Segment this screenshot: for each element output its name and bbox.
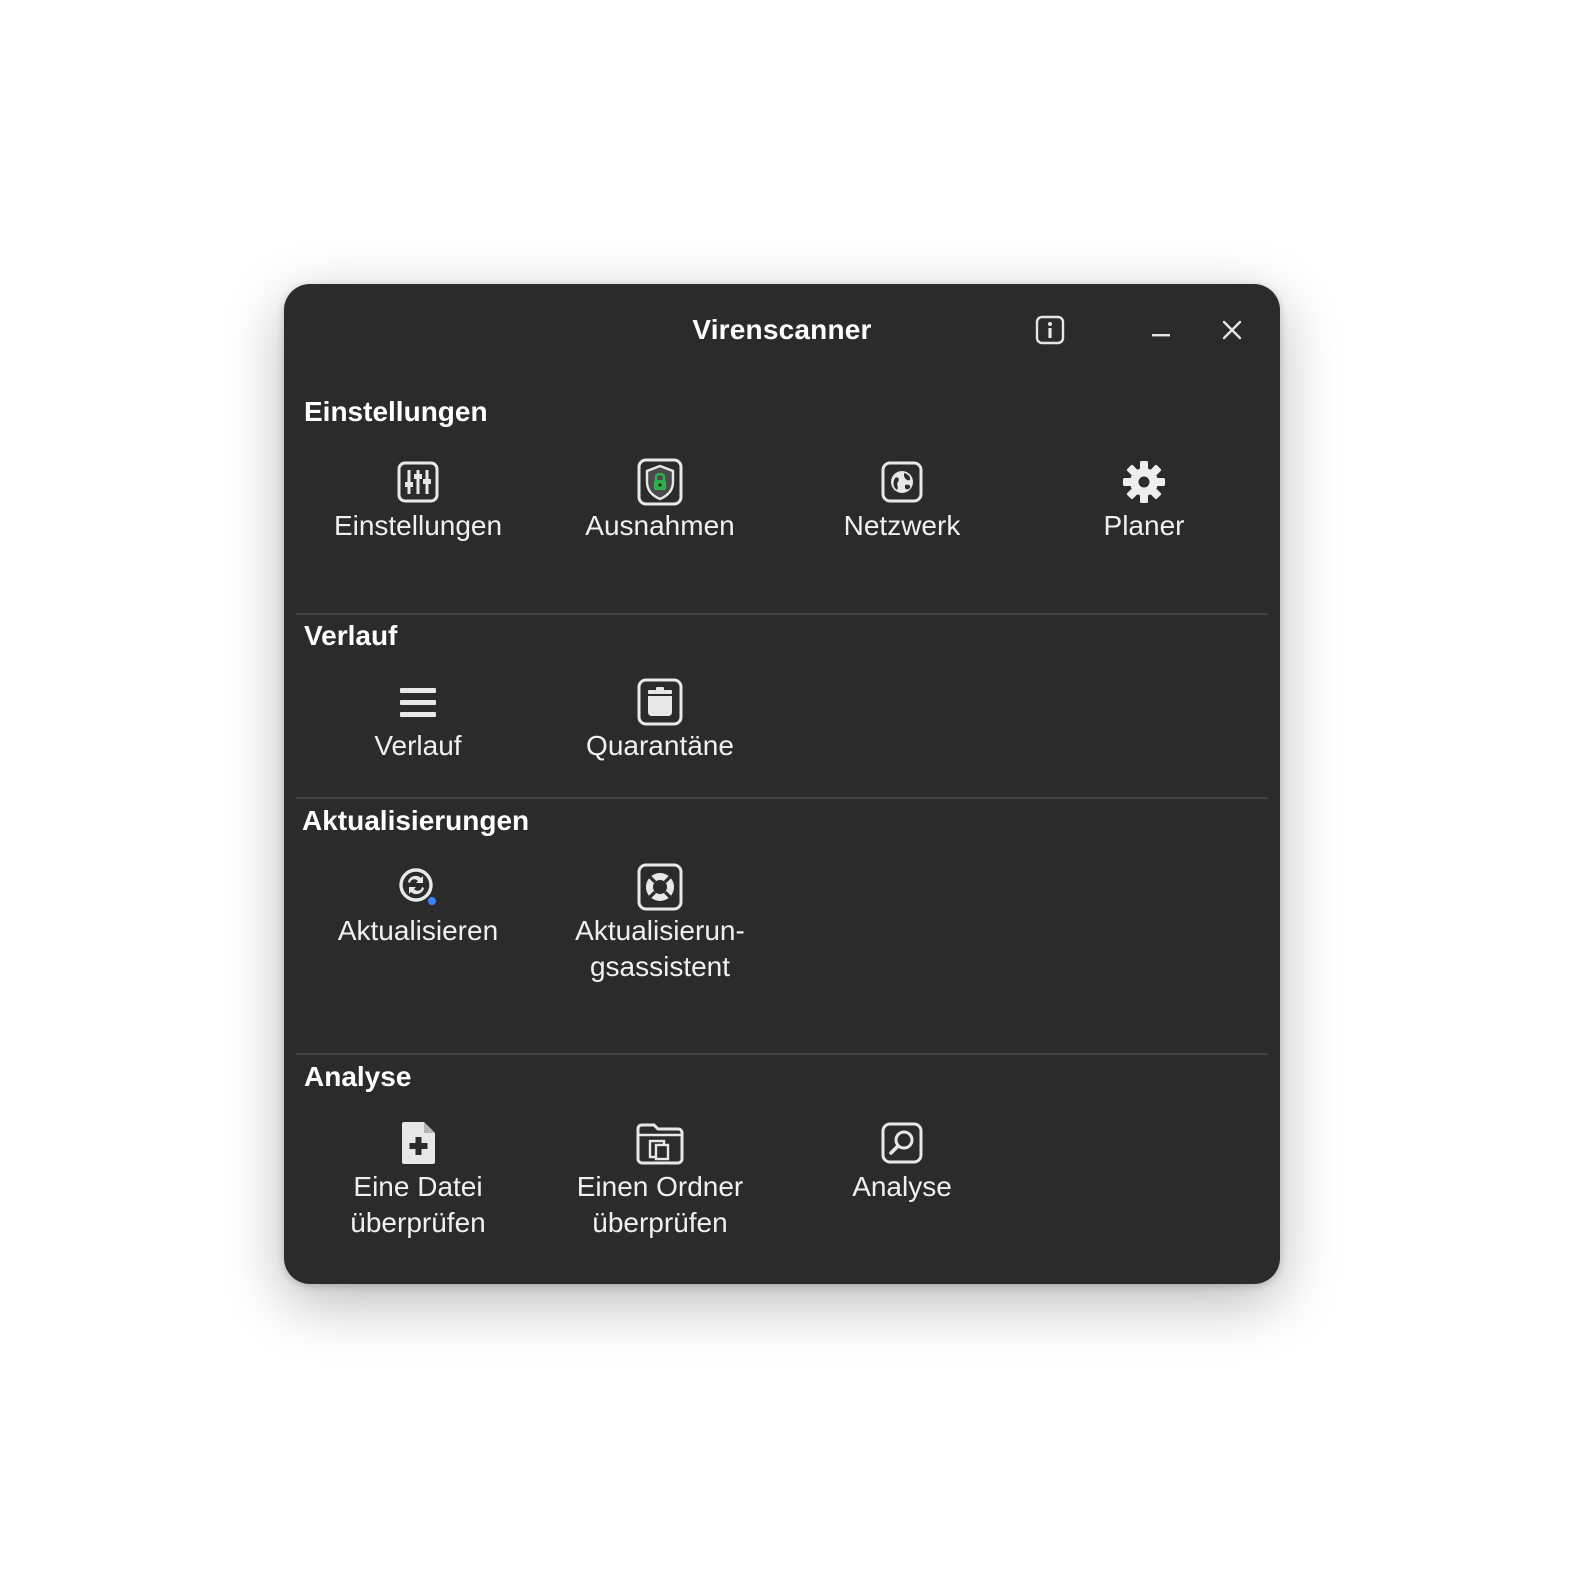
section-divider — [296, 613, 1268, 615]
section-title-analyse: Analyse — [304, 1061, 412, 1092]
section-title-einstellungen: Einstellungen — [304, 396, 488, 427]
tile-verlauf[interactable]: Verlauf — [298, 678, 538, 764]
tile-ausnahmen[interactable]: Ausnahmen — [540, 458, 780, 544]
info-icon — [1035, 315, 1065, 345]
tile-label: Netzwerk — [843, 510, 961, 541]
minimize-button[interactable] — [1141, 310, 1181, 350]
tile-label: Aktualisierun- gsassistent — [575, 915, 745, 982]
tile-einen-ordner-ueberpruefen[interactable]: Einen Ordner überprüfen — [540, 1119, 780, 1241]
refresh-icon — [394, 863, 442, 911]
title-bar: Virenscanner — [284, 284, 1280, 380]
magnifier-icon — [878, 1119, 926, 1167]
window-title: Virenscanner — [692, 314, 872, 345]
lifebuoy-icon — [636, 863, 684, 911]
sliders-icon — [394, 458, 442, 506]
folder-icon — [636, 1119, 684, 1167]
tile-label: Quarantäne — [586, 730, 734, 761]
tile-analyse[interactable]: Analyse — [782, 1119, 1022, 1205]
minimize-icon — [1152, 334, 1170, 337]
tile-einstellungen[interactable]: Einstellungen — [298, 458, 538, 544]
close-icon — [1222, 320, 1242, 340]
tile-label: Verlauf — [374, 730, 462, 761]
tile-label: Einen Ordner überprüfen — [576, 1171, 744, 1238]
tile-aktualisieren[interactable]: Aktualisieren — [298, 863, 538, 949]
info-button[interactable] — [1030, 310, 1070, 350]
section-title-verlauf: Verlauf — [304, 620, 398, 651]
list-icon — [394, 678, 442, 726]
tile-label: Analyse — [852, 1171, 952, 1202]
globe-icon — [878, 458, 926, 506]
tile-label: Eine Datei überprüfen — [350, 1171, 486, 1238]
close-button[interactable] — [1212, 310, 1252, 350]
tile-eine-datei-ueberpruefen[interactable]: Eine Datei überprüfen — [298, 1119, 538, 1241]
tile-planer[interactable]: Planer — [1024, 458, 1264, 544]
section-title-aktualisierungen: Aktualisierungen — [302, 805, 530, 836]
section-divider — [296, 1053, 1268, 1055]
tile-label: Planer — [1103, 510, 1185, 541]
file-add-icon — [394, 1119, 442, 1167]
tile-aktualisierungsassistent[interactable]: Aktualisierun- gsassistent — [540, 863, 780, 985]
tile-netzwerk[interactable]: Netzwerk — [782, 458, 1022, 544]
gear-icon — [1120, 458, 1168, 506]
bin-icon — [636, 678, 684, 726]
tile-label: Aktualisieren — [337, 915, 499, 946]
virenscanner-window: Virenscanner Einstellungen Einstellungen… — [284, 284, 1280, 1284]
tile-quarantaene[interactable]: Quarantäne — [540, 678, 780, 764]
tile-label: Ausnahmen — [585, 510, 735, 541]
tile-label: Einstellungen — [333, 510, 503, 541]
shield-lock-icon — [636, 458, 684, 506]
section-divider — [296, 797, 1268, 799]
